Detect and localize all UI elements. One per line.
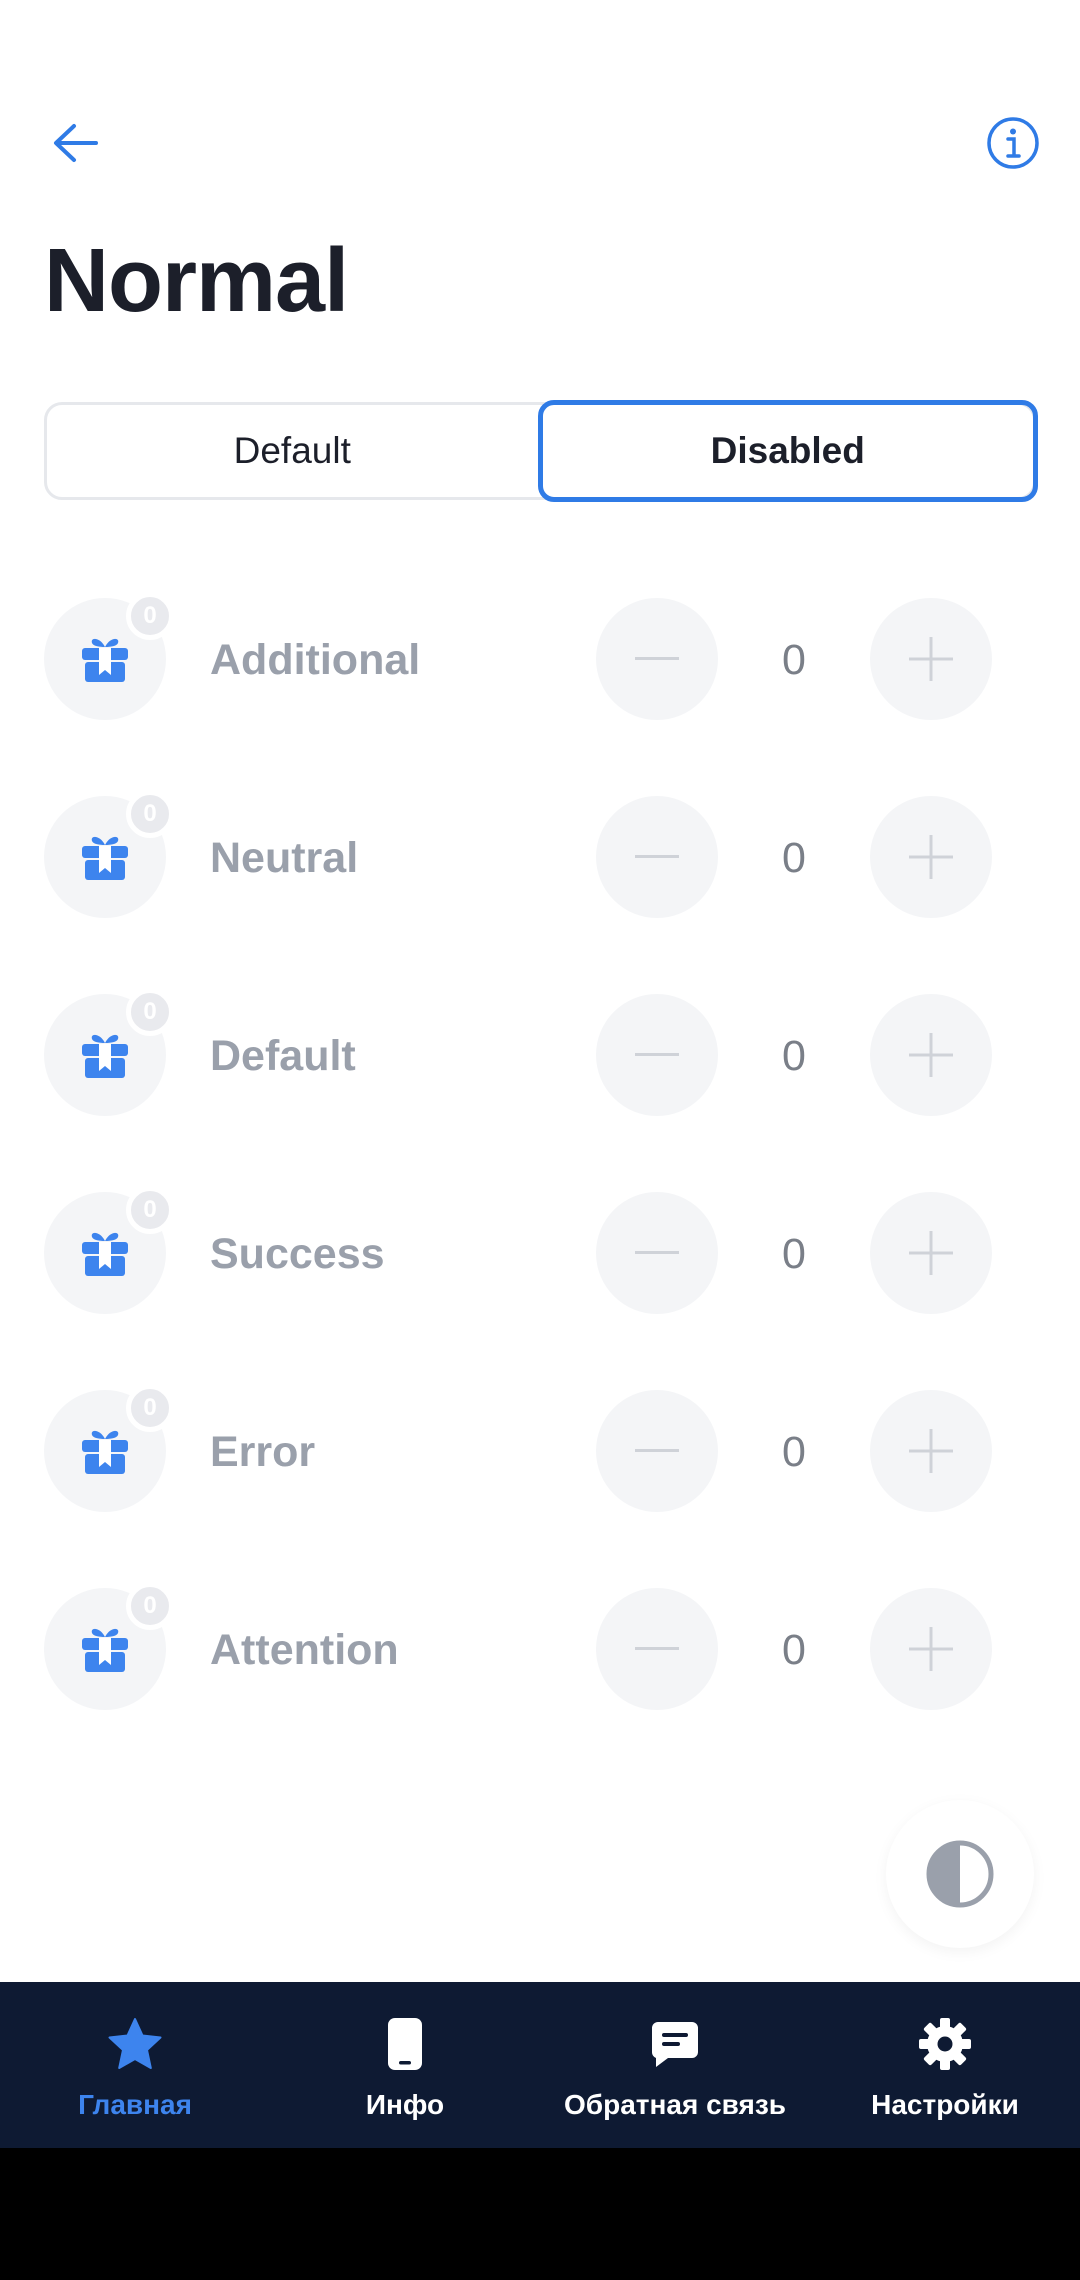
gift-icon <box>82 1628 128 1672</box>
count-badge: 0 <box>126 1384 174 1432</box>
nav-label: Обратная связь <box>564 2089 786 2120</box>
gift-icon <box>82 836 128 880</box>
gift-icon <box>82 1232 128 1276</box>
increment-button[interactable] <box>870 1390 992 1512</box>
nav-label: Инфо <box>365 2089 445 2120</box>
gift-icon <box>82 638 128 682</box>
gift-icon <box>82 1034 128 1078</box>
stepper-row: 0 Success 0 <box>44 1186 1036 1316</box>
decrement-button[interactable] <box>596 796 718 918</box>
minus-icon <box>635 855 679 858</box>
minus-icon <box>635 1449 679 1452</box>
decrement-button[interactable] <box>596 994 718 1116</box>
segment-disabled[interactable]: Disabled <box>537 400 1038 502</box>
decrement-button[interactable] <box>596 1588 718 1710</box>
increment-button[interactable] <box>870 1588 992 1710</box>
gear-icon <box>919 2018 971 2070</box>
stepper-row: 0 Default 0 <box>44 988 1036 1118</box>
arrow-left-icon <box>54 124 98 162</box>
star-icon <box>108 2018 162 2069</box>
count-badge: 0 <box>126 988 174 1036</box>
nav-item-info[interactable]: Инфо <box>270 1982 540 2148</box>
nav-label: Настройки <box>871 2089 1019 2120</box>
screen: Normal Default Disabled 0 Additional 0 0… <box>0 0 1080 2280</box>
stepper-row: 0 Error 0 <box>44 1384 1036 1514</box>
plus-icon <box>909 835 953 879</box>
count-badge: 0 <box>126 1582 174 1630</box>
page-title: Normal <box>44 231 349 331</box>
phone-icon <box>388 2018 422 2070</box>
nav-label: Главная <box>78 2089 192 2120</box>
row-label: Additional <box>210 636 421 684</box>
minus-icon <box>635 1647 679 1650</box>
decrement-button[interactable] <box>596 598 718 720</box>
count-badge: 0 <box>126 1186 174 1234</box>
stepper-value: 0 <box>782 636 806 684</box>
stepper-value: 0 <box>782 1626 806 1674</box>
theme-toggle-button[interactable] <box>886 1800 1034 1948</box>
stepper-value: 0 <box>782 1230 806 1278</box>
stepper-row: 0 Additional 0 <box>44 592 1036 722</box>
decrement-button[interactable] <box>596 1192 718 1314</box>
plus-icon <box>909 1231 953 1275</box>
stepper-value: 0 <box>782 1032 806 1080</box>
count-badge: 0 <box>126 790 174 838</box>
stepper-row: 0 Neutral 0 <box>44 790 1036 920</box>
nav-item-feedback[interactable]: Обратная связь <box>540 1982 810 2148</box>
nav-item-settings[interactable]: Настройки <box>810 1982 1080 2148</box>
back-button[interactable] <box>44 112 106 174</box>
count-badge: 0 <box>126 592 174 640</box>
stepper-value: 0 <box>782 1428 806 1476</box>
increment-button[interactable] <box>870 994 992 1116</box>
bottom-navigation: Главная Инфо Обратная связь Настройки <box>0 1982 1080 2148</box>
decrement-button[interactable] <box>596 1390 718 1512</box>
stepper-row: 0 Attention 0 <box>44 1582 1036 1712</box>
info-button[interactable] <box>984 114 1042 172</box>
segmented-control: Default Disabled <box>44 400 1038 502</box>
system-navigation-bar <box>0 2148 1080 2280</box>
row-label: Neutral <box>210 834 359 882</box>
row-label: Error <box>210 1428 316 1476</box>
increment-button[interactable] <box>870 1192 992 1314</box>
plus-icon <box>909 1627 953 1671</box>
plus-icon <box>909 1033 953 1077</box>
contrast-icon <box>926 1840 994 1908</box>
info-circle-icon <box>987 117 1039 169</box>
minus-icon <box>635 1053 679 1056</box>
plus-icon <box>909 637 953 681</box>
row-label: Success <box>210 1230 385 1278</box>
stepper-value: 0 <box>782 834 806 882</box>
minus-icon <box>635 1251 679 1254</box>
increment-button[interactable] <box>870 598 992 720</box>
plus-icon <box>909 1429 953 1473</box>
row-label: Attention <box>210 1626 399 1674</box>
increment-button[interactable] <box>870 796 992 918</box>
segment-default[interactable]: Default <box>47 405 538 497</box>
row-label: Default <box>210 1032 356 1080</box>
nav-item-home[interactable]: Главная <box>0 1982 270 2148</box>
chat-icon <box>651 2022 698 2067</box>
minus-icon <box>635 657 679 660</box>
gift-icon <box>82 1430 128 1474</box>
